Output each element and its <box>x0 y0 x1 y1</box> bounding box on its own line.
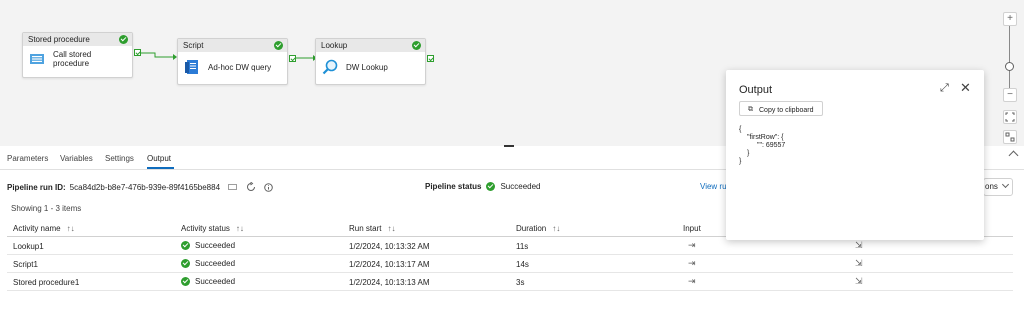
sort-icon: ↑↓ <box>387 224 396 233</box>
activity-body: DW Lookup <box>316 52 425 79</box>
cell-activity-name[interactable]: Lookup1 <box>13 242 44 251</box>
activity-body: Ad-hoc DW query <box>178 52 287 79</box>
activity-body: Call stored procedure <box>23 46 132 72</box>
script-icon <box>185 60 198 74</box>
zoom-slider-track[interactable] <box>1009 26 1010 92</box>
output-icon[interactable]: ⇲ <box>855 240 863 251</box>
output-json: {"firstRow": {"": 69557}} <box>739 126 786 165</box>
success-check-icon <box>119 35 128 44</box>
cell-activity-name[interactable]: Stored procedure1 <box>13 278 79 287</box>
input-icon[interactable]: ⇥ <box>688 240 696 251</box>
auto-align-button[interactable] <box>1003 130 1017 144</box>
zoom-slider-thumb[interactable] <box>1005 62 1014 71</box>
output-flyout: Output ⤢ ✕ ⧉ Copy to clipboard {"firstRo… <box>726 70 984 240</box>
zoom-in-button[interactable]: + <box>1003 12 1017 26</box>
active-tab-indicator <box>147 167 174 169</box>
activity-type-label: Lookup <box>321 41 348 50</box>
fit-screen-icon <box>1005 112 1015 122</box>
success-output-port[interactable] <box>289 55 296 62</box>
activity-header: Lookup <box>316 39 425 52</box>
sort-icon: ↑↓ <box>66 224 75 233</box>
output-icon[interactable]: ⇲ <box>855 258 863 269</box>
input-icon[interactable]: ⇥ <box>688 258 696 269</box>
activity-name: Call stored procedure <box>53 50 92 68</box>
cell-run-start: 1/2/2024, 10:13:32 AM <box>349 242 430 251</box>
options-dropdown[interactable]: ons <box>983 178 1013 196</box>
column-header-activity-name[interactable]: Activity name ↑↓ <box>13 224 75 233</box>
output-icon[interactable]: ⇲ <box>855 276 863 287</box>
cell-duration: 11s <box>516 242 529 251</box>
cell-duration: 3s <box>516 278 525 287</box>
activity-lookup[interactable]: Lookup DW Lookup <box>315 38 426 85</box>
lookup-icon <box>322 59 338 75</box>
sort-icon: ↑↓ <box>235 224 244 233</box>
run-id-value: 5ca84d2b-b8e7-476b-939e-89f4165be884 <box>69 182 221 192</box>
run-id-label: Pipeline run ID: <box>7 182 66 192</box>
pipeline-run-id: Pipeline run ID: 5ca84d2b-b8e7-476b-939e… <box>7 182 273 192</box>
cell-activity-status: Succeeded <box>181 277 235 286</box>
zoom-out-button[interactable]: − <box>1003 88 1017 102</box>
fit-to-screen-button[interactable] <box>1003 110 1017 124</box>
refresh-icon[interactable] <box>246 182 256 192</box>
pipeline-status: Pipeline status Succeeded <box>425 182 541 191</box>
activity-type-label: Script <box>183 41 204 50</box>
sort-icon: ↑↓ <box>552 224 561 233</box>
column-header-duration[interactable]: Duration ↑↓ <box>516 224 560 233</box>
expand-icon[interactable]: ⤢ <box>940 82 949 95</box>
options-label: ons <box>985 182 998 191</box>
copy-label: Copy to clipboard <box>759 106 814 114</box>
column-header-run-start[interactable]: Run start ↑↓ <box>349 224 395 233</box>
cell-activity-status: Succeeded <box>181 241 235 250</box>
close-icon[interactable]: ✕ <box>960 80 971 96</box>
activity-type-label: Stored procedure <box>28 35 90 44</box>
activity-name: DW Lookup <box>346 62 388 72</box>
stored-procedure-icon <box>30 54 44 64</box>
flyout-title: Output <box>739 84 773 96</box>
tab-output[interactable]: Output <box>147 154 171 163</box>
chevron-down-icon <box>1002 180 1010 189</box>
activity-header: Script <box>178 39 287 52</box>
column-header-input: Input <box>683 224 701 233</box>
success-output-port[interactable] <box>427 55 434 62</box>
auto-align-icon <box>1005 132 1015 142</box>
tab-variables[interactable]: Variables <box>60 154 93 163</box>
connector-arrow <box>141 52 177 60</box>
activity-name: Ad-hoc DW query <box>208 62 272 72</box>
pane-resize-handle[interactable] <box>504 145 514 147</box>
cell-activity-name[interactable]: Script1 <box>13 260 38 269</box>
success-check-icon <box>412 41 421 50</box>
zoom-controls: + − <box>1002 0 1024 146</box>
table-row[interactable]: Script1 Succeeded 1/2/2024, 10:13:17 AM … <box>7 255 1013 273</box>
success-check-icon <box>181 277 190 286</box>
success-check-icon <box>486 182 496 191</box>
success-output-port[interactable] <box>134 49 141 56</box>
info-icon[interactable] <box>264 182 273 192</box>
table-row[interactable]: Stored procedure1 Succeeded 1/2/2024, 10… <box>7 273 1013 291</box>
input-icon[interactable]: ⇥ <box>688 276 696 287</box>
collapse-panel-chevron-icon[interactable] <box>1008 150 1019 161</box>
column-header-activity-status[interactable]: Activity status ↑↓ <box>181 224 244 233</box>
pipeline-status-label: Pipeline status <box>425 182 482 191</box>
success-check-icon <box>274 41 283 50</box>
tab-settings[interactable]: Settings <box>105 154 134 163</box>
items-count: Showing 1 - 3 items <box>11 204 82 213</box>
view-run-link[interactable]: View ru <box>700 182 727 191</box>
copy-to-clipboard-button[interactable]: ⧉ Copy to clipboard <box>739 101 823 116</box>
cell-duration: 14s <box>516 260 529 269</box>
cell-activity-status: Succeeded <box>181 259 235 268</box>
cell-run-start: 1/2/2024, 10:13:13 AM <box>349 278 430 287</box>
success-check-icon <box>181 241 190 250</box>
cell-run-start: 1/2/2024, 10:13:17 AM <box>349 260 430 269</box>
success-check-icon <box>181 259 190 268</box>
activity-script[interactable]: Script Ad-hoc DW query <box>177 38 288 85</box>
activity-stored-procedure[interactable]: Stored procedure Call stored procedure <box>22 32 133 78</box>
activity-header: Stored procedure <box>23 33 132 46</box>
tab-parameters[interactable]: Parameters <box>7 154 48 163</box>
copy-icon[interactable] <box>228 183 238 191</box>
copy-icon: ⧉ <box>748 106 753 113</box>
pipeline-status-value: Succeeded <box>500 182 541 191</box>
